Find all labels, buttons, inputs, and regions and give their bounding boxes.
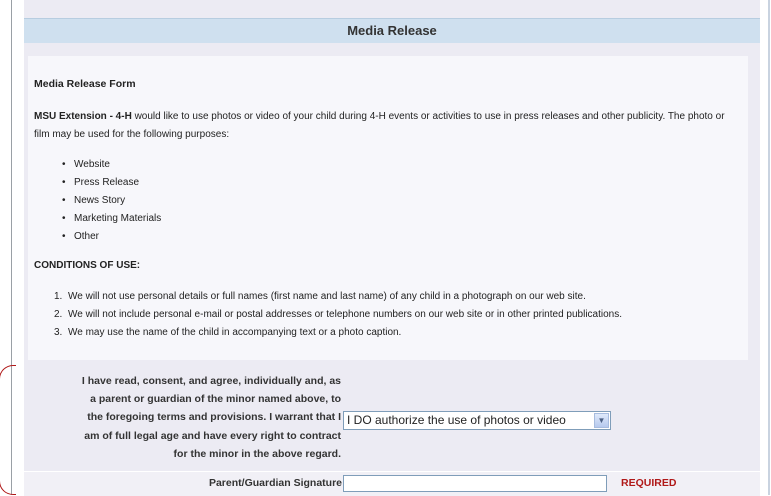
list-item: Press Release xyxy=(62,174,161,192)
intro-paragraph: MSU Extension - 4-H would like to use ph… xyxy=(34,108,734,144)
required-indicator: REQUIRED xyxy=(621,477,677,489)
consent-line: I have read, consent, and agree, individ… xyxy=(81,375,341,387)
consent-line: a parent or guardian of the minor named … xyxy=(90,393,341,406)
list-item: 2. We will not include personal e-mail or… xyxy=(54,309,623,320)
media-release-content: Media Release Form MSU Extension - 4-H w… xyxy=(28,56,748,360)
chevron-down-icon[interactable]: ▼ xyxy=(594,413,609,428)
page-right-border xyxy=(768,0,770,495)
authorization-select-value: I DO authorize the use of photos or vide… xyxy=(347,413,566,427)
consent-statement: I have read, consent, and agree, individ… xyxy=(24,372,341,463)
list-item: Website xyxy=(62,156,161,174)
purposes-list: Website Press Release News Story Marketi… xyxy=(62,156,161,246)
condition-text: We will not include personal e-mail or p… xyxy=(68,309,623,320)
list-item: News Story xyxy=(62,192,161,210)
conditions-title: CONDITIONS OF USE: xyxy=(34,260,141,271)
condition-text: We may use the name of the child in acco… xyxy=(68,327,402,338)
intro-text: would like to use photos or video of you… xyxy=(34,111,725,140)
form-title: Media Release Form xyxy=(34,78,136,90)
annotation-bracket xyxy=(0,365,16,495)
condition-text: We will not use personal details or full… xyxy=(68,291,586,302)
list-item: 3. We may use the name of the child in ac… xyxy=(54,327,402,338)
list-item: Other xyxy=(62,228,161,246)
signature-label: Parent/Guardian Signature xyxy=(208,477,342,489)
signature-input[interactable] xyxy=(343,475,607,492)
authorization-select[interactable]: I DO authorize the use of photos or vide… xyxy=(343,411,611,430)
consent-line: am of full legal age and have every righ… xyxy=(84,429,341,442)
consent-line: the foregoing terms and provisions. I wa… xyxy=(87,411,341,424)
conditions-list: 1. We will not use personal details or fu… xyxy=(54,288,622,342)
intro-organization: MSU Extension - 4-H xyxy=(34,111,132,122)
list-item: Marketing Materials xyxy=(62,210,161,228)
list-item: 1. We will not use personal details or fu… xyxy=(54,291,586,302)
section-header: Media Release xyxy=(24,18,760,43)
consent-line: for the minor in the above regard. xyxy=(173,447,341,460)
signature-row: Parent/Guardian Signature REQUIRED xyxy=(24,471,760,496)
media-release-panel: Media Release Media Release Form MSU Ext… xyxy=(24,0,760,496)
